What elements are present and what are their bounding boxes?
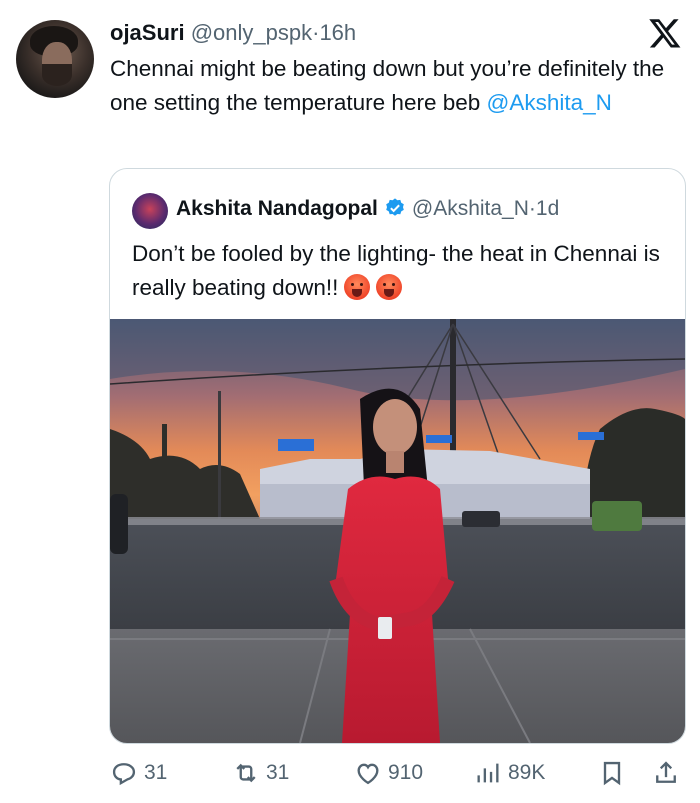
photo-vehicle-left <box>110 494 128 554</box>
verified-badge-icon <box>386 198 404 216</box>
photo-person-face <box>373 399 417 455</box>
author-name[interactable]: ojaSuri <box>110 20 185 45</box>
like-count: 910 <box>388 761 424 784</box>
tweet-mention-link[interactable]: @Akshita_N <box>487 90 612 115</box>
photo-person-phone <box>378 617 392 639</box>
author-handle[interactable]: @only_pspk <box>191 20 312 45</box>
quote-text: Don’t be fooled by the lighting- the hea… <box>132 237 672 305</box>
repost-icon <box>236 763 256 783</box>
views-icon <box>477 763 499 783</box>
quote-header-separator: · <box>528 197 536 220</box>
quote-tweet-card[interactable]: Akshita Nandagopal @Akshita_N·1d Don’t b… <box>109 168 686 744</box>
tweet-text: Chennai might be beating down but you’re… <box>110 52 680 120</box>
share-icon <box>656 761 676 783</box>
photo-sign-center <box>426 435 452 443</box>
tweet-action-bar: 31 31 910 89K <box>0 755 700 795</box>
author-avatar[interactable] <box>16 20 94 98</box>
photo-person-neck <box>386 451 404 473</box>
quote-time[interactable]: 1d <box>536 197 559 220</box>
hot-face-emoji <box>376 274 403 300</box>
repost-count: 31 <box>266 761 290 784</box>
reply-count: 31 <box>144 761 168 784</box>
share-button[interactable] <box>652 755 686 791</box>
like-icon <box>357 763 379 785</box>
quote-header: Akshita Nandagopal @Akshita_N·1d <box>176 193 559 225</box>
photo-autorickshaw <box>592 501 642 531</box>
hot-face-emoji <box>344 274 371 300</box>
photo-vehicle-dark <box>462 511 500 527</box>
photo-scene <box>110 319 685 743</box>
tweet-header: ojaSuri @only_pspk·16h <box>110 18 356 48</box>
views-count: 89K <box>508 761 546 784</box>
repost-button[interactable]: 31 <box>232 755 289 791</box>
photo-sign-left <box>278 439 314 451</box>
photo-tower <box>162 424 167 464</box>
quote-photo[interactable] <box>110 319 685 743</box>
bookmark-icon <box>603 761 621 786</box>
quote-author-avatar[interactable] <box>132 193 168 229</box>
x-logo-icon[interactable] <box>648 16 682 50</box>
avatar-beard <box>42 64 72 86</box>
quote-author-name[interactable]: Akshita Nandagopal <box>176 197 378 220</box>
reply-icon <box>112 763 136 786</box>
photo-streetlight <box>218 391 221 521</box>
bookmark-button[interactable] <box>598 755 632 791</box>
photo-sign-right <box>578 432 604 440</box>
quote-author-handle[interactable]: @Akshita_N <box>412 197 529 220</box>
reply-button[interactable]: 31 <box>110 755 167 791</box>
like-button[interactable]: 910 <box>354 755 423 791</box>
views-button[interactable]: 89K <box>474 755 545 791</box>
tweet-time[interactable]: 16h <box>319 20 356 45</box>
